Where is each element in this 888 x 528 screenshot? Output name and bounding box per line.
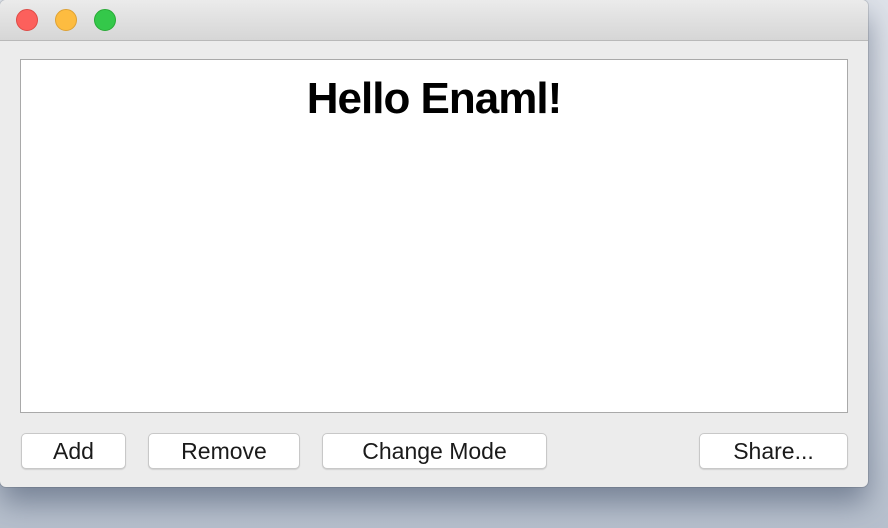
remove-button[interactable]: Remove [148, 433, 300, 469]
minimize-window-button[interactable] [55, 9, 77, 31]
title-bar[interactable] [0, 0, 868, 41]
close-window-button[interactable] [16, 9, 38, 31]
maximize-window-button[interactable] [94, 9, 116, 31]
share-button[interactable]: Share... [699, 433, 848, 469]
change-mode-button[interactable]: Change Mode [322, 433, 547, 469]
content-area: Hello Enaml! [20, 59, 848, 413]
app-window: Hello Enaml! Add Remove Change Mode Shar… [0, 0, 868, 487]
hello-heading: Hello Enaml! [306, 74, 563, 123]
add-button[interactable]: Add [21, 433, 126, 469]
